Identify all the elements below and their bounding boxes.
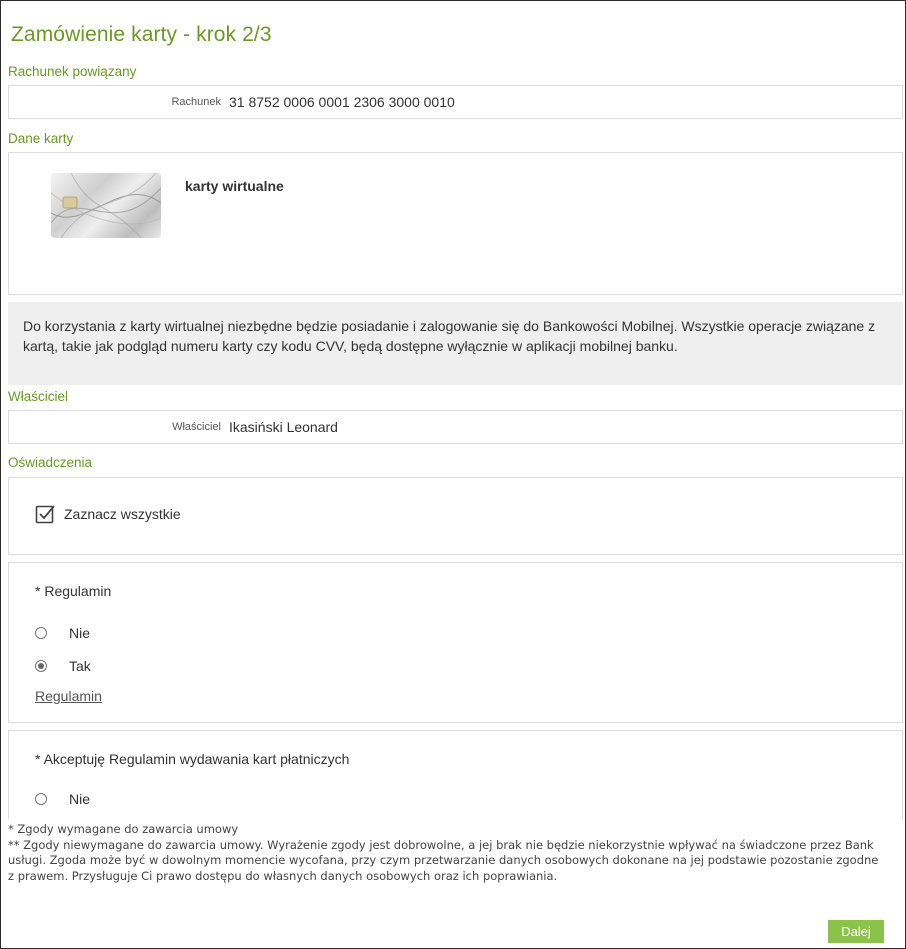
statement-regulations: * Regulamin Nie Tak Regulamin <box>8 562 903 723</box>
linked-account-box: Rachunek 31 8752 0006 0001 2306 3000 001… <box>8 85 903 119</box>
checked-checkbox-icon <box>35 505 55 524</box>
select-all-box: Zaznacz wszystkie <box>8 477 903 555</box>
owner-field-label: Właściciel <box>172 421 221 433</box>
radio-unchecked-icon <box>35 793 47 805</box>
owner-box: Właściciel Ikasiński Leonard <box>8 410 903 444</box>
select-all-label: Zaznacz wszystkie <box>64 506 181 522</box>
regulations-link[interactable]: Regulamin <box>35 688 102 704</box>
account-number: 31 8752 0006 0001 2306 3000 0010 <box>229 94 455 110</box>
statement-card-regulations: * Akceptuję Regulamin wydawania kart pła… <box>8 730 903 819</box>
card-option-box[interactable]: karty wirtualne <box>8 152 903 295</box>
statement-question: * Akceptuję Regulamin wydawania kart pła… <box>35 751 350 767</box>
radio-unchecked-icon <box>35 627 47 639</box>
next-button[interactable]: Dalej <box>828 920 884 943</box>
radio-option-label: Nie <box>69 625 91 641</box>
owner-name: Ikasiński Leonard <box>229 419 338 435</box>
radio-option-no[interactable]: Nie <box>35 625 90 641</box>
linked-account-section-label: Rachunek powiązany <box>8 64 137 79</box>
select-all-checkbox[interactable]: Zaznacz wszystkie <box>35 504 181 524</box>
virtual-card-image <box>51 173 161 238</box>
radio-option-yes[interactable]: Tak <box>35 658 91 674</box>
order-card-form: Zamówienie karty - krok 2/3 Rachunek pow… <box>0 0 906 949</box>
radio-option-label: Nie <box>69 791 91 807</box>
required-consent-note: * Zgody wymagane do zawarcia umowy <box>8 822 239 836</box>
page-title: Zamówienie karty - krok 2/3 <box>11 23 272 46</box>
owner-section-label: Właściciel <box>8 389 69 404</box>
radio-checked-icon <box>35 660 47 672</box>
statement-question: * Regulamin <box>35 583 112 599</box>
virtual-card-info: Do korzystania z karty wirtualnej niezbę… <box>8 302 903 385</box>
radio-option-no[interactable]: Nie <box>35 791 90 807</box>
card-data-section-label: Dane karty <box>8 131 74 146</box>
radio-option-label: Tak <box>69 658 91 674</box>
optional-consent-note: ** Zgody niewymagane do zawarcia umowy. … <box>8 837 879 883</box>
statements-section-label: Oświadczenia <box>8 455 93 470</box>
card-type-name: karty wirtualne <box>185 178 284 194</box>
consent-footnotes: * Zgody wymagane do zawarcia umowy ** Zg… <box>8 822 888 884</box>
account-field-label: Rachunek <box>171 96 221 108</box>
